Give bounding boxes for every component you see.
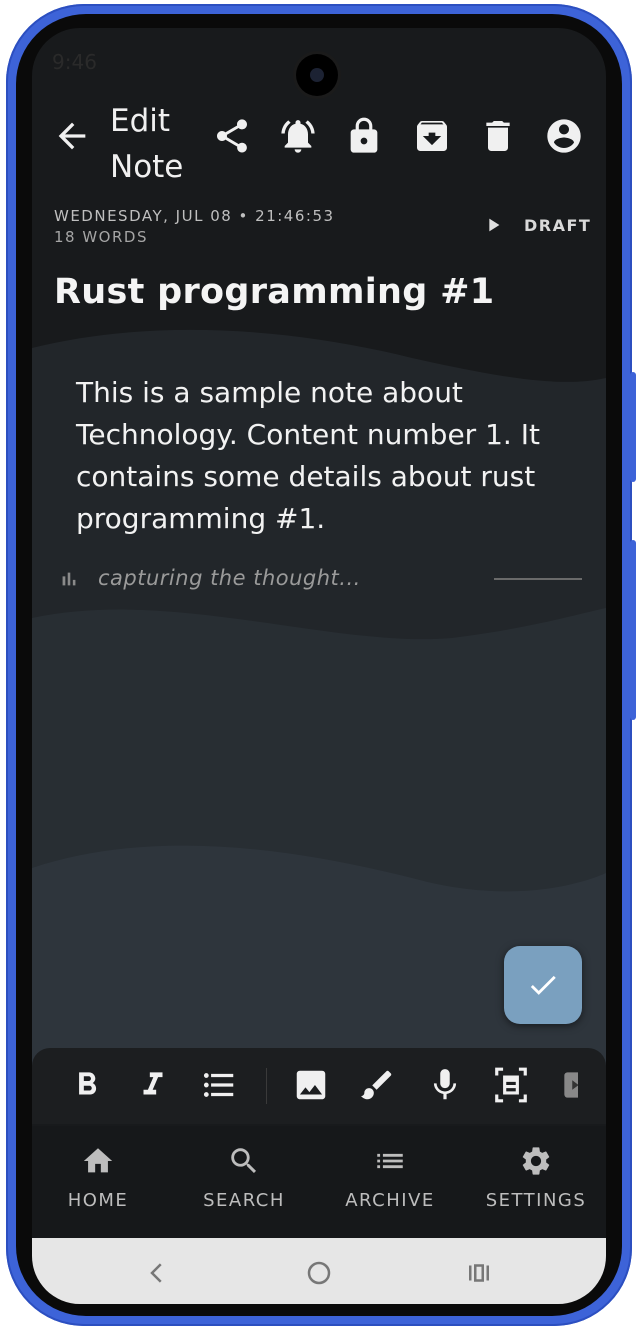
note-title[interactable]: Rust programming #1 xyxy=(54,272,494,312)
more-tools-icon[interactable] xyxy=(558,1066,578,1104)
italic-icon[interactable] xyxy=(134,1066,172,1104)
alarm-icon[interactable] xyxy=(278,116,318,156)
nav-search-label: SEARCH xyxy=(203,1190,285,1211)
system-recents-icon[interactable] xyxy=(464,1258,494,1288)
page-title: Edit Note xyxy=(110,103,184,185)
image-icon[interactable] xyxy=(292,1066,330,1104)
note-date: WEDNESDAY, JUL 08 • 21:46:53 xyxy=(54,207,335,225)
check-icon xyxy=(530,975,556,995)
bar-chart-icon xyxy=(62,572,76,586)
format-toolbar xyxy=(32,1048,606,1124)
gear-icon xyxy=(522,1147,550,1175)
system-home-icon[interactable] xyxy=(304,1258,334,1288)
status-time: 9:46 xyxy=(52,50,97,74)
brush-icon[interactable] xyxy=(358,1066,396,1104)
capture-placeholder: capturing the thought... xyxy=(98,566,361,590)
nav-settings-label: SETTINGS xyxy=(485,1190,587,1211)
document-scanner-icon[interactable] xyxy=(492,1066,530,1104)
capture-row[interactable]: capturing the thought... xyxy=(58,564,588,594)
capture-divider xyxy=(494,578,582,580)
system-navigation-bar xyxy=(32,1238,606,1304)
back-arrow-icon[interactable] xyxy=(52,116,92,156)
camera-cutout xyxy=(296,54,338,96)
note-content[interactable]: This is a sample note about Technology. … xyxy=(76,372,576,540)
play-icon[interactable] xyxy=(482,214,504,236)
bottom-navigation: HOME SEARCH ARCHIVE SETTINGS xyxy=(32,1126,606,1238)
list-icon xyxy=(377,1153,403,1169)
account-icon[interactable] xyxy=(544,116,584,156)
nav-archive-label: ARCHIVE xyxy=(345,1190,435,1211)
trash-icon[interactable] xyxy=(478,116,518,156)
archive-icon[interactable] xyxy=(412,116,452,156)
home-icon xyxy=(83,1148,113,1173)
lock-icon[interactable] xyxy=(344,116,384,156)
nav-home[interactable]: HOME xyxy=(38,1144,158,1234)
system-back-icon[interactable] xyxy=(142,1258,172,1288)
nav-settings[interactable]: SETTINGS xyxy=(476,1144,596,1234)
nav-archive[interactable]: ARCHIVE xyxy=(330,1144,450,1234)
screen: 9:46 Edit Note WEDNESDAY, JUL 08 • 21:46… xyxy=(32,28,606,1304)
bold-icon[interactable] xyxy=(68,1066,106,1104)
toolbar-divider xyxy=(266,1068,267,1104)
nav-search[interactable]: SEARCH xyxy=(184,1144,304,1234)
status-bar: 9:46 xyxy=(32,28,606,96)
bulleted-list-icon[interactable] xyxy=(200,1066,238,1104)
status-badge[interactable]: DRAFT xyxy=(524,216,591,235)
microphone-icon[interactable] xyxy=(426,1066,464,1104)
nav-home-label: HOME xyxy=(67,1190,129,1211)
note-meta: WEDNESDAY, JUL 08 • 21:46:53 18 WORDS xyxy=(54,206,335,248)
power-button xyxy=(630,540,636,720)
search-icon xyxy=(231,1148,257,1174)
top-app-bar: Edit Note xyxy=(32,98,606,208)
share-icon[interactable] xyxy=(212,116,252,156)
word-count: 18 WORDS xyxy=(54,228,148,246)
volume-button xyxy=(630,372,636,482)
save-button[interactable] xyxy=(504,946,582,1024)
